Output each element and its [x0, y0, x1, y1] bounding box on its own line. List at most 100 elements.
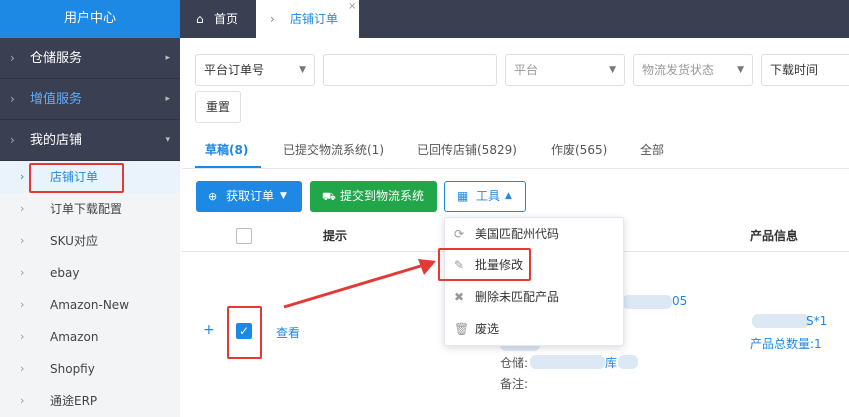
chevron-right-icon: › [20, 170, 25, 183]
platform-select[interactable]: 平台 ▼ [505, 54, 625, 86]
order-no-type-select[interactable]: 平台订单号 ▼ [195, 54, 315, 86]
sidebar-group-label: 仓储服务 [30, 51, 83, 66]
fetch-orders-button[interactable]: ⊕ 获取订单 ▼ [196, 181, 302, 212]
grid-icon: ▦ [457, 189, 469, 203]
arrow-right-icon: ▸ [165, 53, 170, 63]
caret-down-icon: ▼ [299, 65, 306, 75]
download-icon: ⊕ [208, 190, 218, 203]
tab-bar: ⌂ 首页 › 店铺订单 × [180, 0, 849, 38]
sidebar-item-amazon-new[interactable]: › Amazon-New [0, 289, 180, 321]
remark-label: 备注: [500, 377, 529, 391]
column-header-hint: 提示 [323, 229, 348, 243]
sidebar-item-order-download-config[interactable]: › 订单下载配置 [0, 193, 180, 225]
close-icon[interactable]: × [348, 0, 356, 26]
chevron-right-icon: › [20, 202, 25, 215]
sidebar-item-amazon[interactable]: › Amazon [0, 321, 180, 353]
sku-quantity: S*1 [806, 314, 828, 328]
view-link[interactable]: 查看 [276, 324, 300, 341]
menu-item-label: 美国匹配州代码 [475, 227, 560, 241]
annotation-box [438, 248, 531, 281]
chevron-right-icon: › [20, 394, 25, 407]
tools-label: 工具 [476, 189, 501, 203]
chevron-right-icon: › [20, 266, 25, 279]
sidebar-item-label: SKU对应 [50, 234, 98, 248]
sidebar-group-warehouse[interactable]: › 仓储服务 ▸ [0, 38, 180, 79]
home-icon: ⌂ [196, 12, 204, 26]
annotation-box [29, 163, 124, 193]
annotation-box [227, 306, 262, 359]
sidebar-item-label: 订单下载配置 [50, 202, 123, 216]
sidebar-group-my-store[interactable]: › 我的店铺 ▾ [0, 120, 180, 161]
sidebar-group-label: 增值服务 [30, 92, 83, 107]
arrow-right-icon: ▸ [165, 94, 170, 104]
chevron-right-icon: › [10, 51, 15, 65]
truck-icon: ⛟ [322, 190, 336, 203]
active-tab-indicator [195, 166, 261, 168]
tab-returned-store[interactable]: 已回传店铺(5829) [417, 132, 517, 168]
chevron-right-icon: › [270, 12, 275, 26]
chevron-right-icon: › [20, 298, 25, 311]
logistics-status-select[interactable]: 物流发货状态 ▼ [633, 54, 753, 86]
sidebar-item-label: 通途ERP [50, 394, 98, 408]
tab-store-orders[interactable]: › 店铺订单 × [256, 0, 359, 38]
redacted-text [530, 355, 605, 369]
column-header-product-info: 产品信息 [750, 229, 799, 243]
caret-down-icon: ▼ [609, 65, 616, 75]
tab-all[interactable]: 全部 [640, 132, 664, 168]
order-no-input[interactable] [323, 54, 497, 86]
chevron-right-icon: › [10, 133, 15, 147]
select-all-checkbox[interactable] [236, 228, 252, 244]
tab-home[interactable]: ⌂ 首页 [180, 0, 256, 38]
sidebar: 用户中心 › 仓储服务 ▸ › 增值服务 ▸ › 我的店铺 ▾ › 店铺订单 ›… [0, 0, 180, 417]
sidebar-item-label: ebay [50, 266, 80, 280]
caret-up-icon: ▲ [505, 191, 512, 201]
arrow-down-icon: ▾ [165, 135, 170, 145]
redacted-text [752, 314, 810, 328]
product-total: 产品总数量:1 [750, 337, 822, 351]
tabs-divider [182, 168, 849, 169]
refresh-icon: ⟳ [454, 227, 465, 241]
tools-dropdown-menu: ⟳ 美国匹配州代码 ✎ 批量修改 ✖ 删除未匹配产品 🗑 废选 [444, 217, 624, 346]
caret-down-icon: ▼ [737, 65, 744, 75]
tab-draft[interactable]: 草稿(8) [205, 132, 248, 168]
menu-item-delete-unmatched[interactable]: ✖ 删除未匹配产品 [445, 282, 623, 313]
tab-submitted-logistics[interactable]: 已提交物流系统(1) [283, 132, 384, 168]
chevron-right-icon: › [20, 234, 25, 247]
annotation-arrow [283, 259, 436, 309]
sidebar-header: 用户中心 [0, 0, 180, 38]
reset-button[interactable]: 重置 [195, 91, 241, 123]
tab-store-orders-label: 店铺订单 [290, 12, 339, 26]
logistics-status-placeholder: 物流发货状态 [642, 63, 715, 77]
order-no-type-value: 平台订单号 [204, 63, 265, 77]
sidebar-group-label: 我的店铺 [30, 133, 83, 148]
sidebar-item-label: Amazon [50, 330, 99, 344]
redacted-text [618, 355, 638, 369]
expand-row-icon[interactable]: + [203, 322, 215, 338]
sidebar-item-label: Amazon-New [50, 298, 130, 312]
sidebar-group-value-added[interactable]: › 增值服务 ▸ [0, 79, 180, 120]
tools-button[interactable]: ▦ 工具 ▲ [444, 181, 526, 212]
sidebar-item-tongtu-erp[interactable]: › 通途ERP [0, 385, 180, 417]
warehouse-suffix: 库 [605, 356, 618, 370]
submit-logistics-label: 提交到物流系统 [340, 189, 425, 203]
submit-logistics-button[interactable]: ⛟ 提交到物流系统 [310, 181, 437, 212]
trash-icon: 🗑 [454, 322, 470, 336]
sidebar-item-sku-mapping[interactable]: › SKU对应 [0, 225, 180, 257]
chevron-right-icon: › [20, 362, 25, 375]
chevron-right-icon: › [10, 92, 15, 106]
redacted-text [622, 295, 672, 309]
menu-item-label: 废选 [475, 322, 500, 336]
sidebar-item-shopify[interactable]: › Shopfiy [0, 353, 180, 385]
menu-item-void-selected[interactable]: 🗑 废选 [445, 314, 623, 345]
menu-item-match-us-state-code[interactable]: ⟳ 美国匹配州代码 [445, 219, 623, 250]
warehouse-label: 仓储: [500, 356, 529, 370]
menu-item-label: 删除未匹配产品 [475, 290, 560, 304]
sidebar-item-label: Shopfiy [50, 362, 95, 376]
chevron-right-icon: › [20, 330, 25, 343]
platform-placeholder: 平台 [514, 63, 539, 77]
order-number-partial: 05 [672, 294, 688, 308]
close-icon: ✖ [454, 290, 465, 304]
sidebar-item-ebay[interactable]: › ebay [0, 257, 180, 289]
tab-voided[interactable]: 作废(565) [551, 132, 607, 168]
download-time-select[interactable]: 下载时间 [761, 54, 849, 86]
